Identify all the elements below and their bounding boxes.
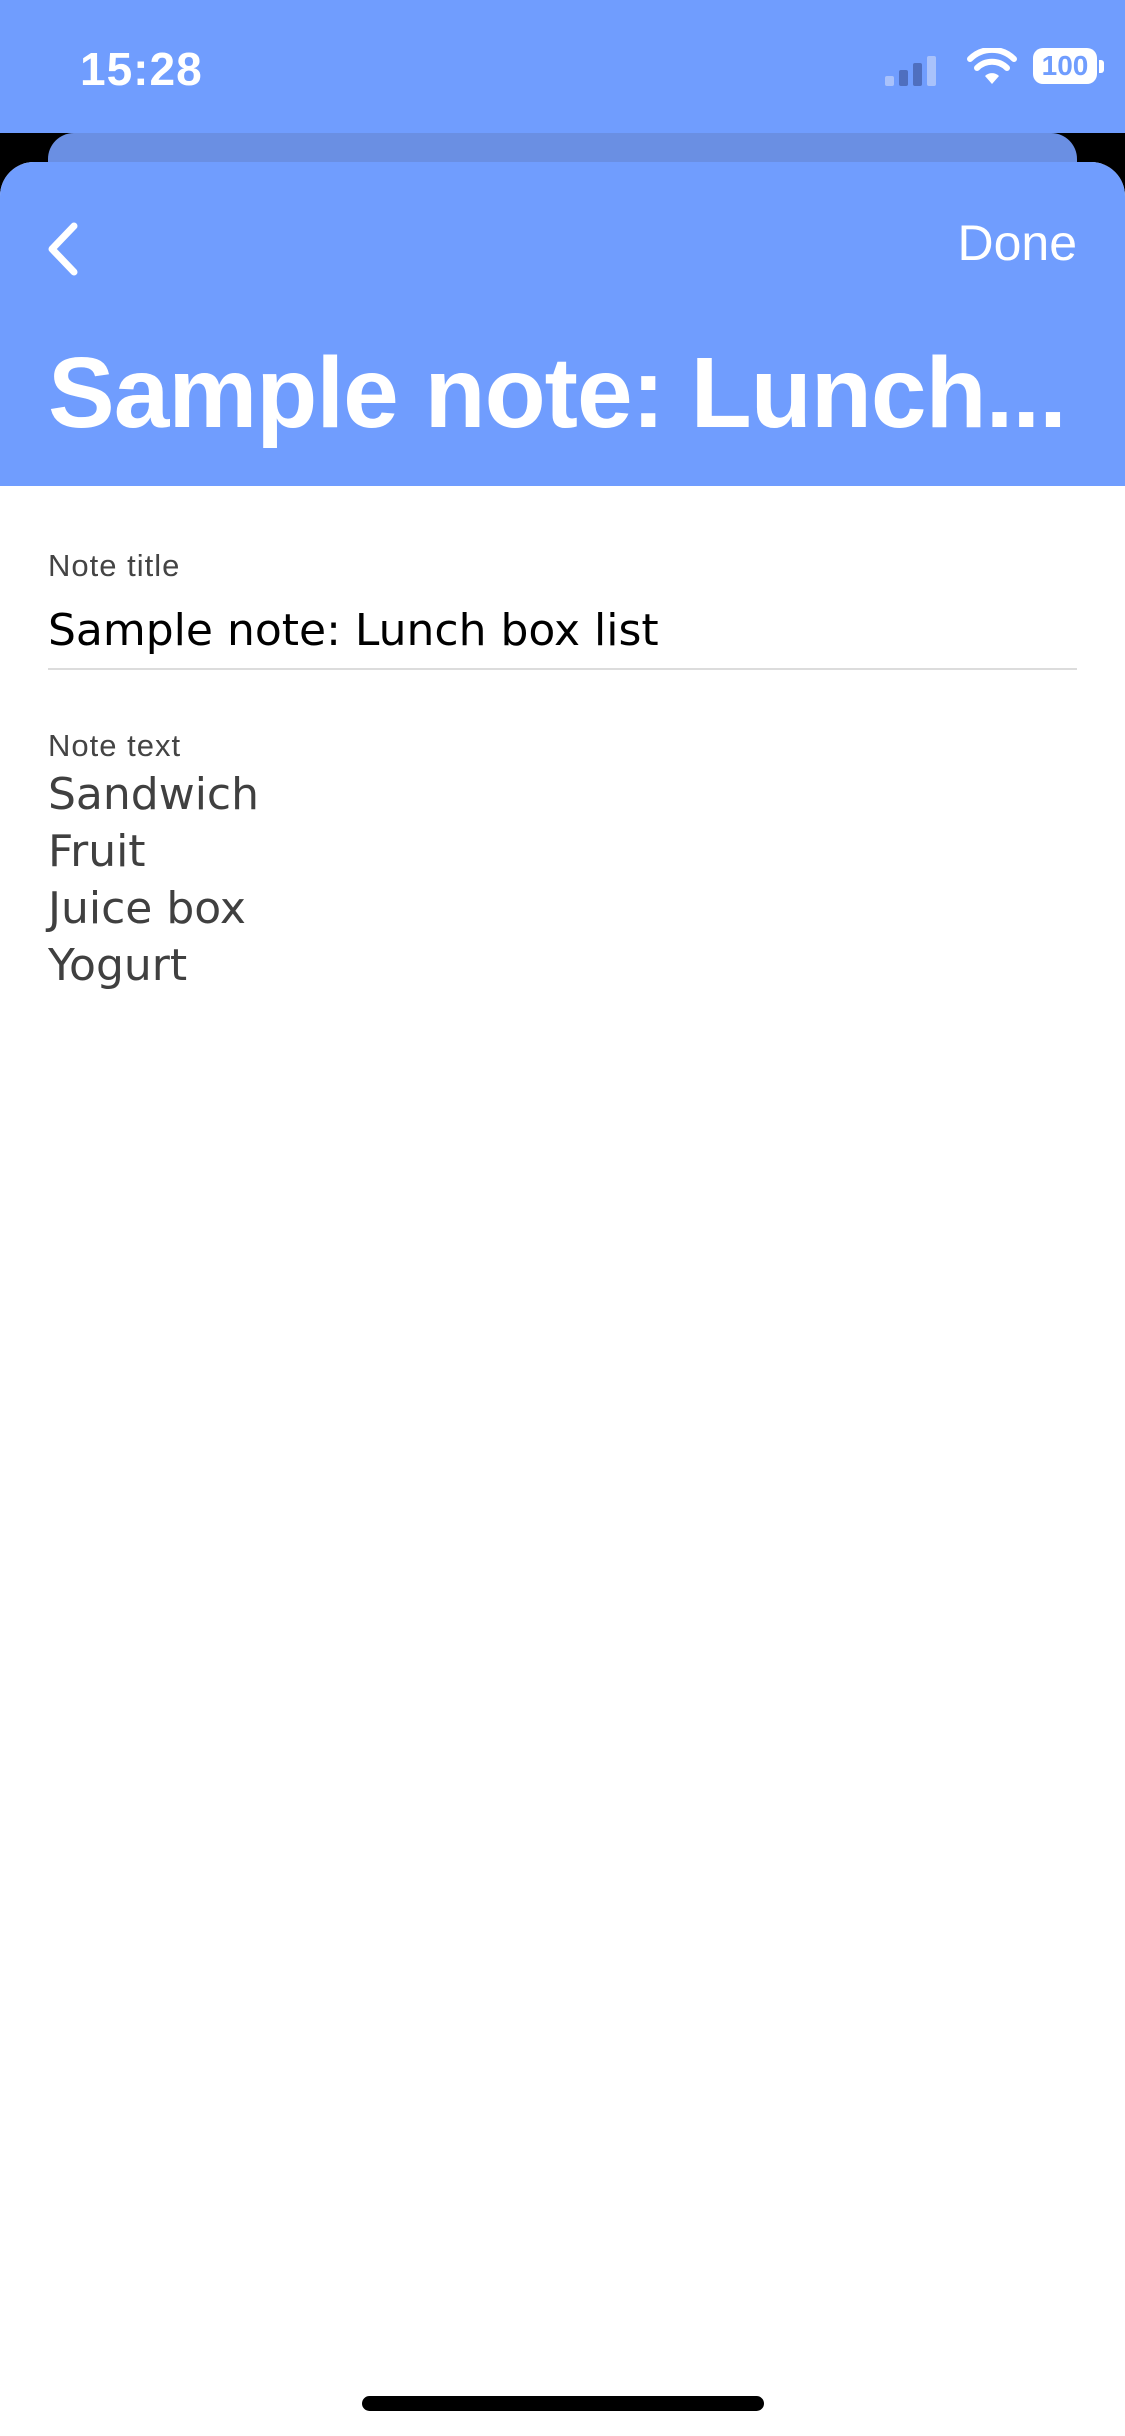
status-bar: 15:28 100	[0, 0, 1125, 133]
back-button[interactable]	[38, 214, 94, 284]
page-title: Sample note: Lunch...	[48, 337, 1067, 449]
battery-level: 100	[1033, 48, 1097, 84]
note-title-input[interactable]	[48, 592, 1077, 670]
battery-cap	[1099, 60, 1104, 73]
status-time: 15:28	[80, 43, 203, 95]
note-sheet: Done Sample note: Lunch... Note title No…	[0, 162, 1125, 2436]
wifi-icon	[967, 48, 1017, 84]
battery-icon: 100	[1033, 48, 1104, 86]
navigation-header: Done Sample note: Lunch...	[0, 162, 1125, 486]
done-button[interactable]: Done	[957, 214, 1077, 272]
home-indicator[interactable]	[362, 2396, 764, 2411]
note-text-label: Note text	[48, 728, 182, 763]
chevron-left-icon	[48, 222, 78, 276]
cellular-signal-icon	[885, 56, 936, 86]
note-text-line: Yogurt	[48, 940, 188, 991]
note-text-line: Juice box	[48, 883, 246, 934]
note-text-line: Sandwich	[48, 769, 259, 820]
note-text-line: Fruit	[48, 826, 146, 877]
note-text-area[interactable]: Sandwich Fruit Juice box Yogurt	[48, 766, 1077, 2166]
note-title-label: Note title	[48, 548, 181, 583]
